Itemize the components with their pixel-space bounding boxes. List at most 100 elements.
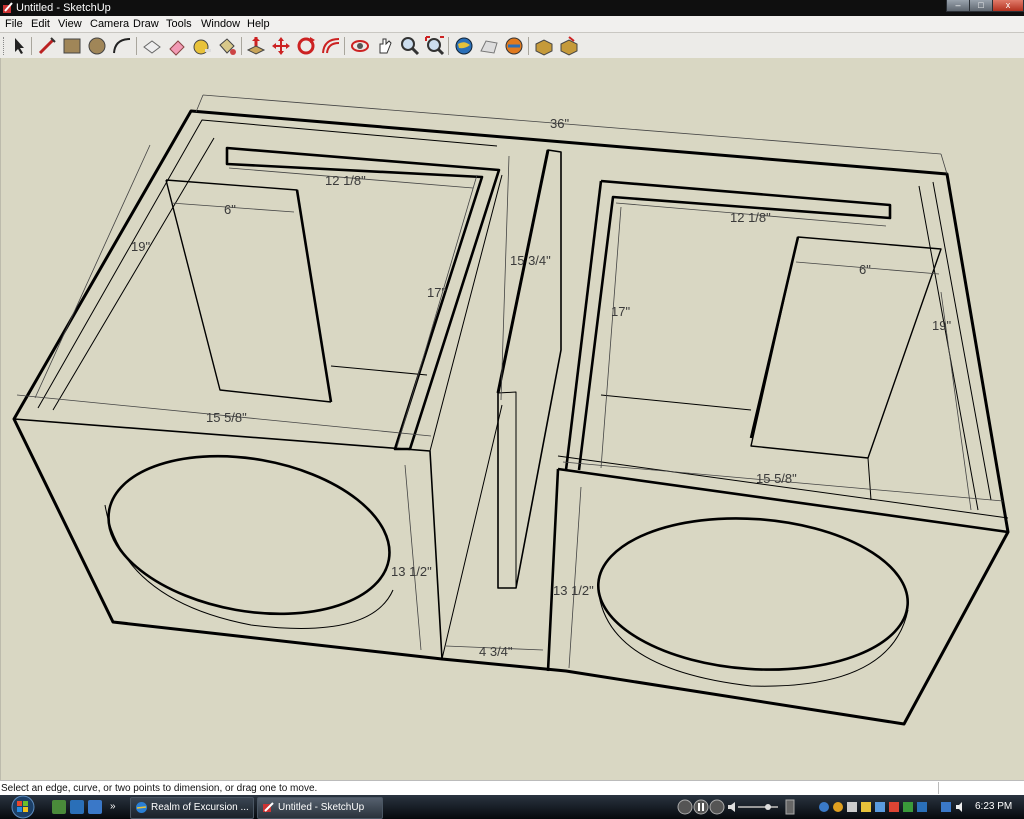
dim-right-height[interactable]: 17" bbox=[611, 304, 630, 319]
warehouse-icon[interactable] bbox=[503, 35, 525, 57]
zoom-icon[interactable] bbox=[399, 35, 421, 57]
menu-file[interactable]: File bbox=[5, 17, 23, 31]
maximize-icon: □ bbox=[978, 0, 984, 10]
arc-tool-icon[interactable] bbox=[111, 35, 133, 57]
start-button-icon[interactable] bbox=[3, 795, 43, 819]
dimension-lines bbox=[16, 94, 1004, 669]
show-desktop-icon[interactable] bbox=[52, 800, 66, 814]
rotate-icon[interactable] bbox=[295, 35, 317, 57]
circle-tool-icon[interactable] bbox=[86, 35, 108, 57]
taskbar-item-label: Realm of Excursion ... bbox=[151, 802, 249, 813]
dim-left-front-height[interactable]: 13 1/2" bbox=[391, 564, 432, 579]
model-canvas[interactable]: 36" 12 1/8" 6" 19" 17" 15 3/4" 15 5/8" 1… bbox=[1, 58, 1024, 780]
minimize-button[interactable]: – bbox=[946, 0, 970, 12]
close-button[interactable]: x bbox=[992, 0, 1024, 12]
menu-window[interactable]: Window bbox=[201, 17, 240, 31]
menu-help[interactable]: Help bbox=[247, 17, 270, 31]
quick-launch-overflow-icon[interactable]: » bbox=[110, 800, 124, 814]
left-port-wall-edge bbox=[295, 189, 333, 403]
toolbar-separator bbox=[344, 37, 345, 55]
zoom-extents-icon[interactable] bbox=[424, 35, 446, 57]
dim-right-front-height[interactable]: 13 1/2" bbox=[553, 583, 594, 598]
tape-measure-icon[interactable] bbox=[191, 35, 213, 57]
menu-edit[interactable]: Edit bbox=[31, 17, 50, 31]
windows-taskbar: » Realm of Excursion ... Untitled - Sket… bbox=[0, 795, 1024, 819]
dim-right-bottom[interactable]: 15 5/8" bbox=[756, 471, 797, 486]
status-bar: Select an edge, curve, or two points to … bbox=[0, 780, 1024, 796]
right-front-panel-inner bbox=[557, 455, 1009, 519]
tray-icon[interactable] bbox=[861, 802, 871, 812]
right-speaker-cutout-depth bbox=[598, 594, 909, 687]
orbit-icon[interactable] bbox=[349, 35, 371, 57]
pan-icon[interactable] bbox=[374, 35, 396, 57]
toolbar-grip[interactable] bbox=[3, 37, 7, 55]
menu-view[interactable]: View bbox=[58, 17, 82, 31]
left-speaker-cutout-depth bbox=[104, 504, 394, 629]
dim-right-port[interactable]: 6" bbox=[859, 262, 871, 277]
left-port-wall bbox=[165, 179, 332, 403]
tray-icon[interactable] bbox=[819, 802, 829, 812]
left-front-panel-side bbox=[429, 174, 503, 660]
taskbar-item-label: Untitled - SketchUp bbox=[278, 802, 365, 813]
toolbar-separator bbox=[528, 37, 529, 55]
dim-left-port[interactable]: 6" bbox=[224, 202, 236, 217]
left-inner-floor bbox=[330, 365, 428, 376]
get-models-icon[interactable] bbox=[533, 35, 555, 57]
maximize-button[interactable]: □ bbox=[969, 0, 993, 12]
measurements-box[interactable] bbox=[938, 782, 1023, 794]
dim-left-bottom[interactable]: 15 5/8" bbox=[206, 410, 247, 425]
dim-left-top-chamber[interactable]: 12 1/8" bbox=[325, 173, 366, 188]
menu-tools[interactable]: Tools bbox=[166, 17, 192, 31]
push-pull-icon[interactable] bbox=[245, 35, 267, 57]
clock[interactable]: 6:23 PM bbox=[975, 801, 1012, 813]
tray-icon[interactable] bbox=[847, 802, 857, 812]
status-message: Select an edge, curve, or two points to … bbox=[1, 783, 318, 794]
menu-draw[interactable]: Draw bbox=[133, 17, 159, 31]
tray-icon[interactable] bbox=[917, 802, 927, 812]
toolbar-separator bbox=[31, 37, 32, 55]
title-bar: Untitled - SketchUp – □ x bbox=[0, 0, 1024, 16]
move-icon[interactable] bbox=[270, 35, 292, 57]
main-toolbar bbox=[0, 33, 1024, 59]
left-top-chamber-wall bbox=[225, 146, 501, 451]
minimize-icon: – bbox=[955, 0, 961, 10]
share-model-icon[interactable] bbox=[558, 35, 580, 57]
dim-left-height[interactable]: 17" bbox=[427, 285, 446, 300]
center-divider bbox=[497, 149, 562, 589]
close-icon: x bbox=[1005, 0, 1011, 10]
toolbar-separator bbox=[136, 37, 137, 55]
switch-windows-icon[interactable] bbox=[70, 800, 84, 814]
rectangle-tool-icon[interactable] bbox=[61, 35, 83, 57]
sketchup-app-icon bbox=[263, 802, 274, 812]
dim-center-divider[interactable]: 15 3/4" bbox=[510, 253, 551, 268]
terrain-icon[interactable] bbox=[478, 35, 500, 57]
dim-right-depth[interactable]: 19" bbox=[932, 318, 951, 333]
taskbar-item-sketchup[interactable]: Untitled - SketchUp bbox=[257, 797, 383, 819]
right-inner-rim bbox=[918, 181, 992, 511]
google-earth-icon[interactable] bbox=[453, 35, 475, 57]
tray-icon[interactable] bbox=[833, 802, 843, 812]
select-tool-icon[interactable] bbox=[8, 35, 30, 57]
window-title: Untitled - SketchUp bbox=[16, 2, 111, 14]
tray-icon[interactable] bbox=[889, 802, 899, 812]
dim-center-gap[interactable]: 4 3/4" bbox=[479, 644, 513, 659]
media-player-controls[interactable] bbox=[676, 798, 798, 816]
quick-launch-app-icon[interactable] bbox=[88, 800, 102, 814]
dim-right-top-chamber[interactable]: 12 1/8" bbox=[730, 210, 771, 225]
network-icon[interactable] bbox=[941, 802, 951, 812]
dimension-labels: 36" 12 1/8" 6" 19" 17" 15 3/4" 15 5/8" 1… bbox=[131, 116, 951, 659]
line-tool-icon[interactable] bbox=[36, 35, 58, 57]
drawing-viewport[interactable]: 36" 12 1/8" 6" 19" 17" 15 3/4" 15 5/8" 1… bbox=[0, 58, 1024, 780]
tray-icon[interactable] bbox=[903, 802, 913, 812]
dim-overall-width[interactable]: 36" bbox=[550, 116, 569, 131]
eraser-icon[interactable] bbox=[166, 35, 188, 57]
make-component-icon[interactable] bbox=[141, 35, 163, 57]
volume-icon[interactable] bbox=[956, 802, 962, 812]
dim-left-depth[interactable]: 19" bbox=[131, 239, 150, 254]
menu-camera[interactable]: Camera bbox=[90, 17, 129, 31]
taskbar-item-browser[interactable]: Realm of Excursion ... bbox=[130, 797, 254, 819]
right-front-panel-edge bbox=[546, 467, 1009, 672]
tray-icon[interactable] bbox=[875, 802, 885, 812]
offset-icon[interactable] bbox=[320, 35, 342, 57]
paint-bucket-icon[interactable] bbox=[216, 35, 238, 57]
